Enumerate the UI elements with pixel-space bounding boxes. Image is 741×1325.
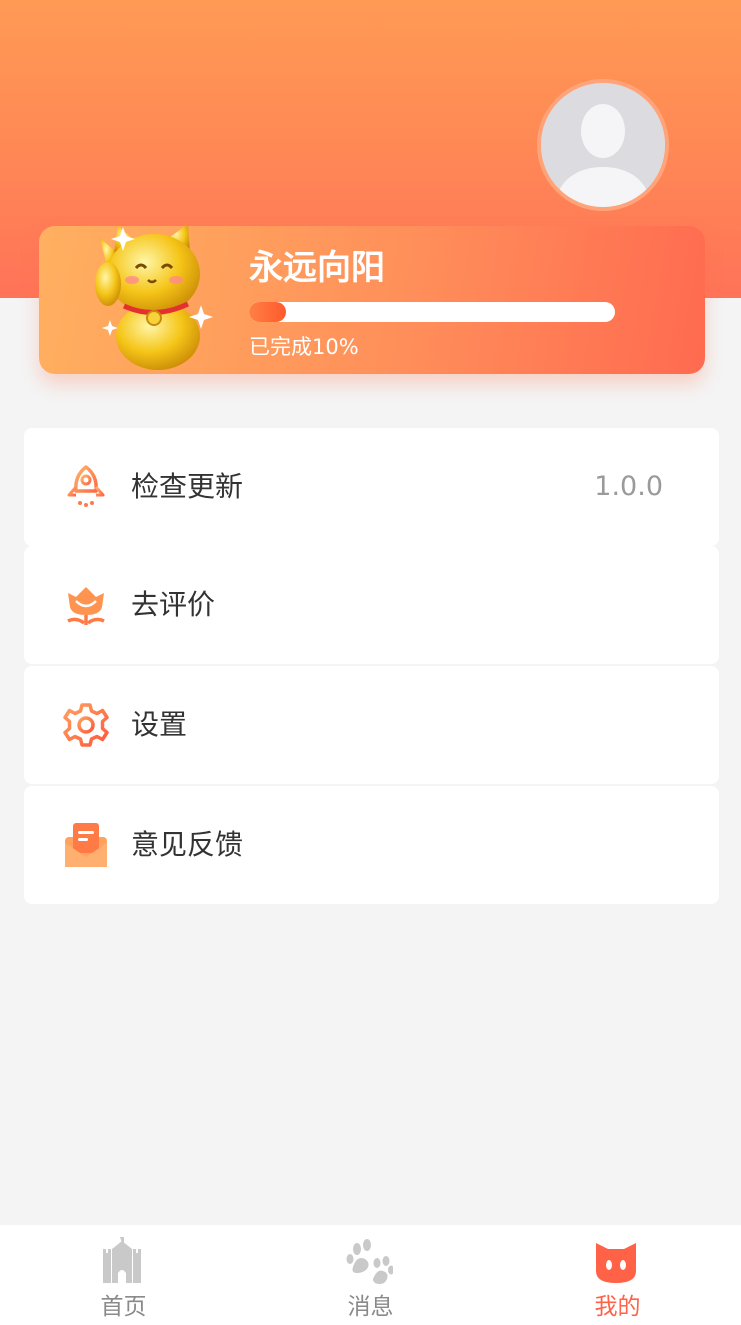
menu-item-label: 检查更新 — [131, 470, 244, 503]
rocket-icon — [67, 465, 105, 507]
tab-label: 首页 — [100, 1294, 147, 1320]
menu-item-rate[interactable]: 去评价 — [24, 546, 719, 664]
profile-page: 永远向阳 已完成10% 检查更新 1.0.0 去评价 设置 意见反馈 首页 消息… — [0, 0, 741, 1325]
tab-label: 我的 — [594, 1294, 641, 1320]
menu-item-label: 去评价 — [131, 588, 216, 621]
mail-feedback-icon — [65, 823, 107, 867]
progress-fill — [249, 302, 286, 322]
username: 永远向阳 — [249, 248, 385, 288]
default-avatar-icon — [541, 83, 665, 207]
lucky-cat-icon — [95, 224, 213, 370]
menu-item-settings[interactable]: 设置 — [24, 666, 719, 784]
version-value: 1.0.0 — [594, 471, 663, 502]
paw-icon — [346, 1239, 393, 1284]
tab-messages[interactable]: 消息 — [247, 1225, 494, 1325]
menu-item-label: 设置 — [131, 708, 188, 741]
progress-bar — [249, 302, 615, 322]
progress-text: 已完成10% — [249, 335, 359, 359]
avatar[interactable] — [537, 79, 669, 211]
menu-item-feedback[interactable]: 意见反馈 — [24, 786, 719, 904]
tab-label: 消息 — [347, 1294, 394, 1320]
gear-icon — [63, 703, 109, 747]
menu-item-check-update[interactable]: 检查更新 1.0.0 — [24, 428, 719, 546]
cat-face-icon — [596, 1243, 636, 1283]
tab-home[interactable]: 首页 — [0, 1225, 247, 1325]
bottom-tab-bar: 首页 消息 我的 — [0, 1225, 741, 1325]
castle-icon — [103, 1237, 141, 1283]
menu-item-label: 意见反馈 — [131, 828, 244, 861]
tab-mine[interactable]: 我的 — [494, 1225, 741, 1325]
flower-icon — [67, 587, 105, 625]
